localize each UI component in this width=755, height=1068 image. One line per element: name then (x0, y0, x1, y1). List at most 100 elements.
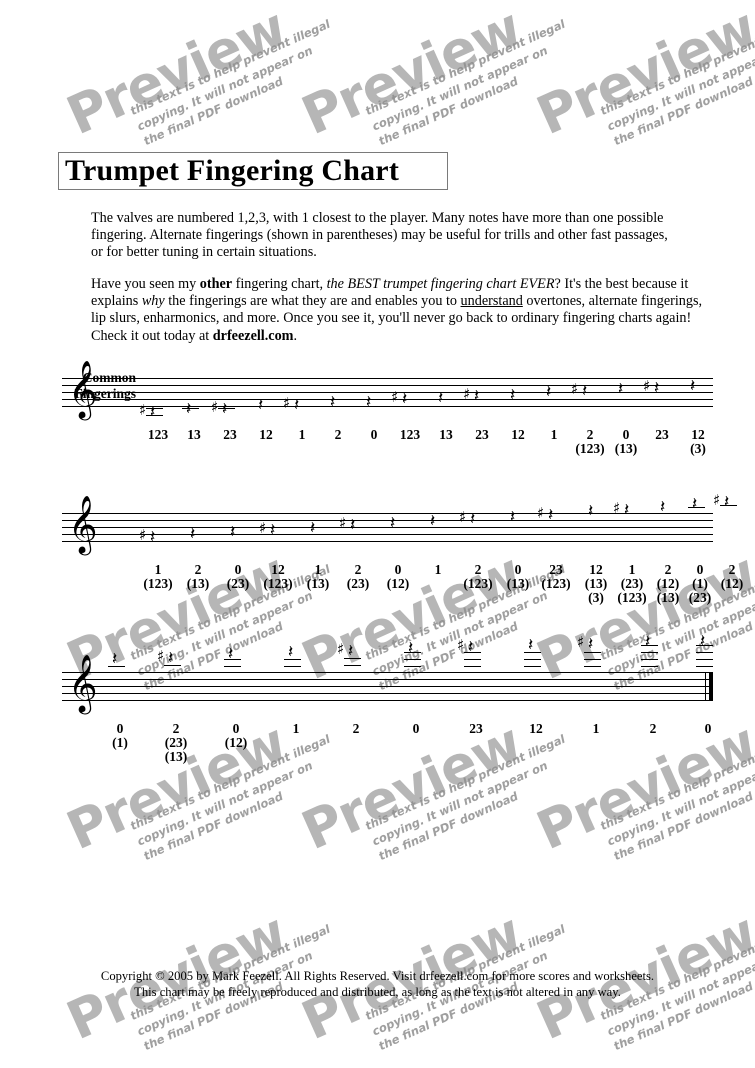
fingering-label: 1 (273, 722, 319, 736)
whole-note: 𝄽 (168, 648, 174, 668)
ledger-line (344, 665, 361, 667)
watermark-preview: Previewthis text is to help prevent ille… (528, 712, 755, 863)
ledger-line (641, 652, 658, 654)
whole-note: 𝄽 (270, 520, 276, 540)
page-title: Trumpet Fingering Chart (65, 154, 400, 187)
common-fingerings-label: Common Fingerings (40, 370, 136, 402)
staff-line (62, 527, 713, 528)
fingering-primary: 0 (412, 721, 420, 736)
whole-note: 𝄽 (700, 631, 706, 651)
whole-note: 𝄽 (228, 644, 234, 664)
sharp-accidental-icon: ♯ (139, 401, 147, 419)
whole-note: 𝄽 (438, 388, 444, 408)
fingering-primary: 0 (232, 721, 240, 736)
watermark-notice-text: this text is to help prevent illegalcopy… (598, 732, 755, 864)
sharp-accidental-icon: ♯ (283, 394, 291, 412)
whole-note: 𝄽 (618, 379, 624, 399)
whole-note: 𝄽 (348, 641, 354, 661)
fingering-label: 2 (333, 722, 379, 736)
whole-note: 𝄽 (310, 518, 316, 538)
promo-text-6: . (293, 327, 298, 344)
copyright-line-1: Copyright © 2005 by Mark Feezell. All Ri… (100, 969, 655, 983)
watermark-notice-text: this text is to help prevent illegalcopy… (363, 731, 568, 864)
staff-line (62, 541, 713, 542)
fingering-alternate-2: (13) (164, 749, 188, 764)
copyright-line-2: This chart may be freely reproduced and … (134, 985, 621, 999)
whole-note: 𝄽 (258, 395, 264, 415)
whole-note: 𝄽 (510, 507, 516, 527)
common-fingerings-line1: Common (82, 370, 136, 385)
fingering-primary: 2 (728, 562, 736, 577)
whole-note: 𝄽 (588, 501, 594, 521)
barline-thin (705, 672, 706, 701)
treble-clef-icon: 𝄞 (68, 495, 98, 553)
staff-line (62, 679, 713, 680)
promo-paragraph: Have you seen my other fingering chart, … (91, 276, 703, 345)
staff-line (62, 686, 713, 687)
whole-note: 𝄽 (390, 513, 396, 533)
fingering-primary: 2 (352, 721, 360, 736)
fingering-primary: 2 (172, 721, 180, 736)
fingering-primary: 23 (469, 721, 483, 736)
ledger-line (464, 659, 481, 661)
staff-line (62, 399, 713, 400)
ledger-line (224, 666, 241, 668)
ledger-line (696, 666, 713, 668)
whole-note: 𝄽 (222, 399, 228, 419)
sharp-accidental-icon: ♯ (339, 514, 347, 532)
fingering-primary: 0 (704, 721, 712, 736)
whole-note: 𝄽 (548, 505, 554, 525)
fingering-label: 0 (393, 722, 439, 736)
whole-note: 𝄽 (366, 392, 372, 412)
whole-note: 𝄽 (645, 632, 651, 652)
staff-line (62, 520, 713, 521)
whole-note: 𝄽 (690, 376, 696, 396)
sheet-music-page: Preview this text is to help prevent ille… (0, 0, 755, 1068)
watermark-preview: Previewthis text is to help prevent ille… (293, 712, 567, 863)
fingering-primary: 12 (529, 721, 543, 736)
staff-line (62, 378, 713, 379)
sharp-accidental-icon: ♯ (337, 640, 345, 658)
watermark-big-text: Preview (528, 712, 755, 863)
sharp-accidental-icon: ♯ (157, 647, 165, 665)
ledger-line (524, 659, 541, 661)
watermark-preview: Previewthis text is to help prevent ille… (528, 0, 755, 148)
watermark-notice-text: this text is to help prevent illegalcopy… (598, 17, 755, 149)
staff-line (62, 392, 713, 393)
fingering-alternate-1: (23) (164, 735, 188, 750)
whole-note: 𝄽 (230, 522, 236, 542)
ledger-line (524, 666, 541, 668)
promo-bold-website: drfeezell.com (212, 327, 294, 344)
staff-line (62, 693, 713, 694)
whole-note: 𝄽 (190, 524, 196, 544)
staff-line (62, 406, 713, 407)
ledger-line (584, 666, 601, 668)
staff-line (62, 672, 713, 673)
intro-paragraph: The valves are numbered 1,2,3, with 1 cl… (91, 210, 668, 261)
staff-line (62, 534, 713, 535)
fingering-label: 2 (12) (709, 563, 755, 591)
sharp-accidental-icon: ♯ (613, 499, 621, 517)
whole-note: 𝄽 (350, 515, 356, 535)
whole-note: 𝄽 (724, 492, 730, 512)
fingering-alternate-1: (13) (614, 441, 638, 456)
staff (62, 513, 713, 542)
watermark-preview: Previewthis text is to help prevent ille… (58, 0, 332, 148)
staff-line (62, 385, 713, 386)
ledger-line (584, 659, 601, 661)
fingering-alternate-1: (12) (386, 576, 410, 591)
whole-note: 𝄽 (150, 527, 156, 547)
whole-note: 𝄽 (624, 500, 630, 520)
whole-note: 𝄽 (468, 637, 474, 657)
fingering-alternate-2: (23) (688, 590, 712, 605)
whole-note: 𝄽 (588, 634, 594, 654)
fingering-alternate-1: (1) (112, 735, 128, 750)
fingering-alternate-1: (12) (720, 576, 744, 591)
whole-note: 𝄽 (546, 382, 552, 402)
whole-note: 𝄽 (430, 511, 436, 531)
fingering-label: 12 (3) (675, 428, 721, 456)
sharp-accidental-icon: ♯ (537, 504, 545, 522)
sharp-accidental-icon: ♯ (457, 636, 465, 654)
ledger-line (696, 659, 713, 661)
fingering-label: 23 (453, 722, 499, 736)
